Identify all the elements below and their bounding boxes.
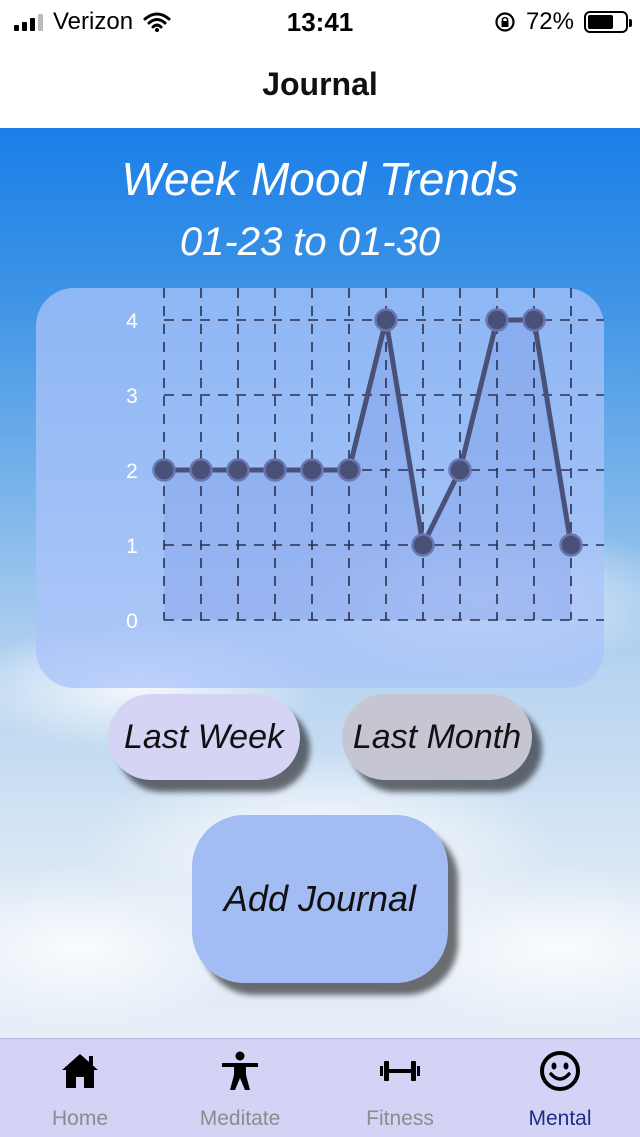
status-right: 72% bbox=[494, 8, 632, 36]
last-month-button[interactable]: Last Month bbox=[342, 694, 532, 780]
home-icon bbox=[62, 1054, 98, 1088]
mood-data-point bbox=[189, 458, 213, 482]
add-journal-button[interactable]: Add Journal bbox=[192, 815, 448, 983]
dumbbell-icon bbox=[380, 1061, 420, 1081]
chart-y-tick-label: 3 bbox=[126, 385, 138, 408]
carrier-group: Verizon bbox=[14, 8, 171, 36]
battery-percent: 72% bbox=[525, 8, 574, 35]
battery-icon bbox=[584, 11, 632, 33]
status-bar: Verizon 13:41 72% bbox=[0, 0, 640, 42]
signal-icon bbox=[14, 13, 43, 31]
tab-meditate[interactable]: Meditate bbox=[160, 1039, 320, 1137]
carrier-name: Verizon bbox=[53, 8, 134, 35]
chart-y-tick-label: 4 bbox=[126, 310, 138, 333]
chart-y-tick-label: 1 bbox=[126, 535, 138, 558]
chart-y-tick-label: 2 bbox=[126, 460, 138, 483]
smiley-icon bbox=[540, 1051, 580, 1091]
mood-chart-card: 0 1 2 3 4 bbox=[36, 288, 604, 688]
date-range: 01-23 to 01-30 bbox=[179, 220, 441, 264]
person-icon bbox=[222, 1051, 258, 1090]
mood-data-point bbox=[559, 533, 583, 557]
mood-data-point bbox=[411, 533, 435, 557]
tab-bar: Home Meditate Fitness Mental bbox=[0, 1038, 640, 1137]
journal-content: Week Mood Trends 01-23 to 01-30 0 1 2 3 4 La… bbox=[0, 128, 640, 1038]
mood-data-point bbox=[485, 308, 509, 332]
mood-data-point bbox=[337, 458, 361, 482]
mood-trend-chart: 0 1 2 3 4 bbox=[126, 288, 604, 633]
tab-home[interactable]: Home bbox=[0, 1039, 160, 1137]
mood-data-point bbox=[522, 308, 546, 332]
tab-meditate-label: Meditate bbox=[199, 1107, 281, 1130]
mood-data-point bbox=[300, 458, 324, 482]
mood-data-point bbox=[374, 308, 398, 332]
rotation-lock-icon bbox=[495, 12, 515, 32]
tab-fitness-label: Fitness bbox=[366, 1107, 434, 1130]
tab-mental[interactable]: Mental bbox=[480, 1039, 640, 1137]
wifi-icon bbox=[143, 12, 171, 32]
tab-mental-label: Mental bbox=[528, 1107, 592, 1130]
mood-data-point bbox=[448, 458, 472, 482]
mood-data-point bbox=[152, 458, 176, 482]
mood-data-point bbox=[226, 458, 250, 482]
page-title: Journal bbox=[262, 66, 378, 102]
tab-home-label: Home bbox=[51, 1107, 109, 1130]
last-week-button[interactable]: Last Week bbox=[108, 694, 300, 780]
chart-heading: Week Mood Trends bbox=[121, 153, 519, 205]
mood-data-point bbox=[263, 458, 287, 482]
navigation-bar: Journal bbox=[0, 42, 640, 129]
chart-y-tick-label: 0 bbox=[126, 610, 138, 633]
tab-fitness[interactable]: Fitness bbox=[320, 1039, 480, 1137]
